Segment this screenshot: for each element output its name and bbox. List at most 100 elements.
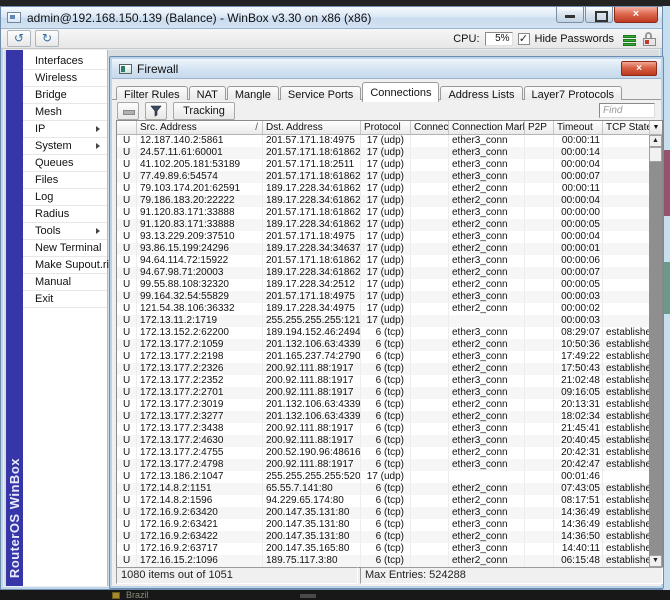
table-row[interactable]: U 172.13.177.2:2326 200.92.111.88:1917 6… xyxy=(117,363,649,375)
table-row[interactable]: U 94.67.98.71:20003 189.17.228.34:61862 … xyxy=(117,267,649,279)
sidebar-item-make-supout-rif[interactable]: Make Supout.rif xyxy=(23,257,112,274)
cell-connection-mark xyxy=(449,315,525,327)
sidebar-item-exit[interactable]: Exit xyxy=(23,291,107,308)
sidebar-item-files[interactable]: Files xyxy=(23,172,107,189)
table-row[interactable]: U 91.120.83.171:33888 201.57.171.18:6186… xyxy=(117,207,649,219)
funnel-icon xyxy=(150,105,162,116)
sidebar-item-system[interactable]: System xyxy=(23,138,107,155)
redo-button[interactable]: ↻ xyxy=(35,30,59,47)
close-button[interactable]: × xyxy=(614,7,658,23)
sidebar-item-radius[interactable]: Radius xyxy=(23,206,107,223)
table-row[interactable]: U 91.120.83.171:33888 189.17.228.34:6186… xyxy=(117,219,649,231)
scroll-up-button[interactable]: ▲ xyxy=(649,135,662,147)
table-row[interactable]: U 172.13.177.2:3277 201.132.106.63:43399… xyxy=(117,411,649,423)
table-row[interactable]: U 172.16.9.2:63421 200.147.35.131:80 6 (… xyxy=(117,519,649,531)
tab-connections[interactable]: Connections xyxy=(362,82,440,102)
remove-button[interactable] xyxy=(117,101,139,120)
cell-timeout: 00:00:07 xyxy=(554,267,603,279)
cell-dst-address: 200.92.111.88:1917 xyxy=(263,435,361,447)
table-row[interactable]: U 79.103.174.201:62591 189.17.228.34:618… xyxy=(117,183,649,195)
table-row[interactable]: U 172.16.15.2:1096 189.75.117.3:80 6 (tc… xyxy=(117,555,649,567)
table-row[interactable]: U 172.13.177.2:2701 200.92.111.88:1917 6… xyxy=(117,387,649,399)
vertical-scrollbar[interactable]: ▼ ▲ ▼ xyxy=(649,121,662,567)
cell-src-address: 79.103.174.201:62591 xyxy=(137,183,263,195)
sidebar-item-ip[interactable]: IP xyxy=(23,121,107,138)
cell-src-address: 121.54.38.106:36332 xyxy=(137,303,263,315)
table-row[interactable]: U 172.13.177.2:4630 200.92.111.88:1917 6… xyxy=(117,435,649,447)
tracking-button[interactable]: Tracking xyxy=(173,101,235,120)
column-connection[interactable]: Connecti... xyxy=(411,121,449,134)
sidebar-item-mesh[interactable]: Mesh xyxy=(23,104,107,121)
table-row[interactable]: U 172.13.177.2:3438 200.92.111.88:1917 6… xyxy=(117,423,649,435)
table-row[interactable]: U 93.86.15.199:24296 189.17.228.34:34637… xyxy=(117,243,649,255)
hide-passwords-checkbox[interactable]: ✓ xyxy=(517,32,530,45)
cell-protocol: 6 (tcp) xyxy=(361,459,411,471)
table-row[interactable]: U 172.16.9.2:63422 200.147.35.131:80 6 (… xyxy=(117,531,649,543)
table-row[interactable]: U 172.14.8.2:1151 65.55.7.141:80 6 (tcp)… xyxy=(117,483,649,495)
table-row[interactable]: U 172.13.177.2:2198 201.165.237.74:27901… xyxy=(117,351,649,363)
undo-button[interactable]: ↺ xyxy=(7,30,31,47)
cell-dst-address: 189.17.228.34:4975 xyxy=(263,303,361,315)
cell-protocol: 6 (tcp) xyxy=(361,543,411,555)
table-row[interactable]: U 172.13.177.2:4755 200.52.190.96:48616 … xyxy=(117,447,649,459)
table-row[interactable]: U 172.13.152.2:62200 189.194.152.46:2494… xyxy=(117,327,649,339)
table-row[interactable]: U 172.13.186.2:1047 255.255.255.255:5200… xyxy=(117,471,649,483)
cell-protocol: 6 (tcp) xyxy=(361,327,411,339)
sidebar-item-bridge[interactable]: Bridge xyxy=(23,87,107,104)
sidebar-item-interfaces[interactable]: Interfaces xyxy=(23,53,107,70)
table-row[interactable]: U 94.64.114.72:15922 201.57.171.18:61862… xyxy=(117,255,649,267)
sidebar-item-wireless[interactable]: Wireless xyxy=(23,70,107,87)
cell-tcp-state: established xyxy=(606,351,649,362)
table-row[interactable]: U 172.13.177.2:4798 200.92.111.88:1917 6… xyxy=(117,459,649,471)
column-flags[interactable] xyxy=(117,121,137,134)
table-row[interactable]: U 93.13.229.209:37510 201.57.171.18:4975… xyxy=(117,231,649,243)
cell-p2p xyxy=(525,531,554,543)
table-row[interactable]: U 172.13.11.2:1719 255.255.255.255:1211 … xyxy=(117,315,649,327)
column-protocol[interactable]: Protocol xyxy=(361,121,411,134)
find-input[interactable]: Find xyxy=(599,103,655,118)
table-row[interactable]: U 172.14.8.2:1596 94.229.65.174:80 6 (tc… xyxy=(117,495,649,507)
table-row[interactable]: U 24.57.11.61:60001 201.57.171.18:61862 … xyxy=(117,147,649,159)
minimize-button[interactable] xyxy=(556,7,584,23)
maximize-button[interactable] xyxy=(585,7,613,23)
table-row[interactable]: U 79.186.183.20:22222 189.17.228.34:6186… xyxy=(117,195,649,207)
table-row[interactable]: U 172.16.9.2:63420 200.147.35.131:80 6 (… xyxy=(117,507,649,519)
cell-p2p xyxy=(525,159,554,171)
filter-button[interactable] xyxy=(145,101,167,120)
cpu-label: CPU: xyxy=(453,32,480,45)
column-tcp-state[interactable]: TCP State xyxy=(603,121,649,134)
column-p2p[interactable]: P2P xyxy=(525,121,554,134)
cell-tcp-state: established xyxy=(606,483,649,494)
cell-connection xyxy=(411,255,449,267)
table-row[interactable]: U 172.13.177.2:2352 200.92.111.88:1917 6… xyxy=(117,375,649,387)
cell-connection-mark: ether2_conn xyxy=(449,267,525,279)
table-row[interactable]: U 41.102.205.181:53189 201.57.171.18:251… xyxy=(117,159,649,171)
sidebar-item-new-terminal[interactable]: New Terminal xyxy=(23,240,107,257)
column-connection-mark[interactable]: Connection Mark xyxy=(449,121,525,134)
table-row[interactable]: U 99.55.88.108:32320 189.17.228.34:2512 … xyxy=(117,279,649,291)
table-row[interactable]: U 12.187.140.2:5861 201.57.171.18:4975 1… xyxy=(117,135,649,147)
column-menu-button[interactable]: ▼ xyxy=(649,121,662,135)
cell-p2p xyxy=(525,255,554,267)
table-row[interactable]: U 121.54.38.106:36332 189.17.228.34:4975… xyxy=(117,303,649,315)
table-row[interactable]: U 99.164.32.54:55829 201.57.171.18:4975 … xyxy=(117,291,649,303)
sidebar-item-manual[interactable]: Manual xyxy=(23,274,107,291)
cell-tcp-state: established xyxy=(606,459,649,470)
column-src-address[interactable]: Src. Address / xyxy=(137,121,263,134)
column-timeout[interactable]: Timeout xyxy=(554,121,603,134)
scrollbar-thumb[interactable] xyxy=(649,147,662,162)
sidebar-item-tools[interactable]: Tools xyxy=(23,223,107,240)
table-row[interactable]: U 172.13.177.2:1059 201.132.106.63:43399… xyxy=(117,339,649,351)
cell-protocol: 17 (udp) xyxy=(361,159,411,171)
cell-src-address: 172.16.9.2:63422 xyxy=(137,531,263,543)
scroll-down-button[interactable]: ▼ xyxy=(649,555,662,567)
table-row[interactable]: U 172.16.9.2:63717 200.147.35.165:80 6 (… xyxy=(117,543,649,555)
table-row[interactable]: U 172.13.177.2:3019 201.132.106.63:43399… xyxy=(117,399,649,411)
taskbar-fragment xyxy=(300,594,316,598)
cell-connection xyxy=(411,135,449,147)
sidebar-item-queues[interactable]: Queues xyxy=(23,155,107,172)
sidebar-item-log[interactable]: Log xyxy=(23,189,107,206)
column-dst-address[interactable]: Dst. Address xyxy=(263,121,361,134)
firewall-close-button[interactable]: × xyxy=(621,61,657,76)
table-row[interactable]: U 77.49.89.6:54574 201.57.171.18:61862 1… xyxy=(117,171,649,183)
